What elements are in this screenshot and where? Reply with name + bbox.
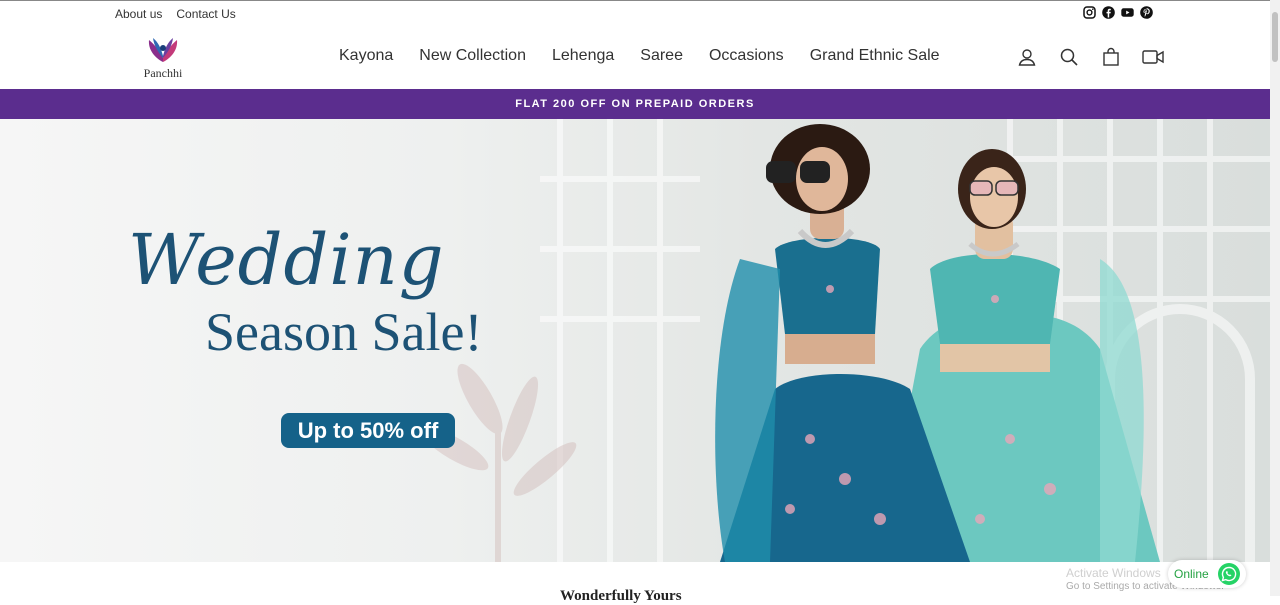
about-us-link[interactable]: About us: [115, 7, 162, 21]
cart-icon[interactable]: [1100, 46, 1122, 68]
hero-title-main: Season Sale!: [205, 302, 483, 362]
whatsapp-chat-widget[interactable]: Online: [1168, 560, 1246, 588]
peacock-logo-icon: [148, 38, 178, 62]
chat-status: Online: [1174, 567, 1209, 581]
main-navigation: Kayona New Collection Lehenga Saree Occa…: [339, 47, 940, 65]
top-utility-bar: About us Contact Us: [0, 0, 1270, 26]
hero-banner[interactable]: Wedding Season Sale! Up to 50% off: [0, 119, 1270, 562]
nav-item-lehenga[interactable]: Lehenga: [552, 47, 614, 65]
whatsapp-icon[interactable]: [1218, 563, 1240, 585]
contact-us-link[interactable]: Contact Us: [176, 7, 235, 21]
nav-item-saree[interactable]: Saree: [640, 47, 683, 65]
nav-item-new-collection[interactable]: New Collection: [419, 47, 526, 65]
offer-badge[interactable]: Up to 50% off: [281, 413, 455, 448]
pinterest-icon[interactable]: [1140, 6, 1153, 19]
account-icon[interactable]: [1016, 46, 1038, 68]
header-actions: [1016, 46, 1164, 68]
facebook-icon[interactable]: [1102, 6, 1115, 19]
page-scrollbar[interactable]: [1270, 0, 1280, 596]
section-heading: Wonderfully Yours: [560, 588, 682, 604]
youtube-icon[interactable]: [1121, 6, 1134, 19]
scrollbar-thumb[interactable]: [1272, 12, 1278, 62]
video-call-icon[interactable]: [1142, 46, 1164, 68]
brand-name: Panchhi: [143, 66, 183, 80]
models-photo: [715, 124, 1160, 562]
nav-item-grand-ethnic-sale[interactable]: Grand Ethnic Sale: [810, 47, 940, 65]
main-header: Panchhi Kayona New Collection Lehenga Sa…: [0, 26, 1270, 88]
hero-title-script: Wedding: [128, 219, 445, 301]
promo-banner[interactable]: FLAT 200 OFF ON PREPAID ORDERS: [0, 89, 1270, 119]
utility-links: About us Contact Us: [115, 7, 236, 21]
instagram-icon[interactable]: [1083, 6, 1096, 19]
nav-item-kayona[interactable]: Kayona: [339, 47, 393, 65]
brand-logo[interactable]: Panchhi: [137, 34, 189, 82]
search-icon[interactable]: [1058, 46, 1080, 68]
social-links: [1083, 6, 1153, 19]
nav-item-occasions[interactable]: Occasions: [709, 47, 784, 65]
